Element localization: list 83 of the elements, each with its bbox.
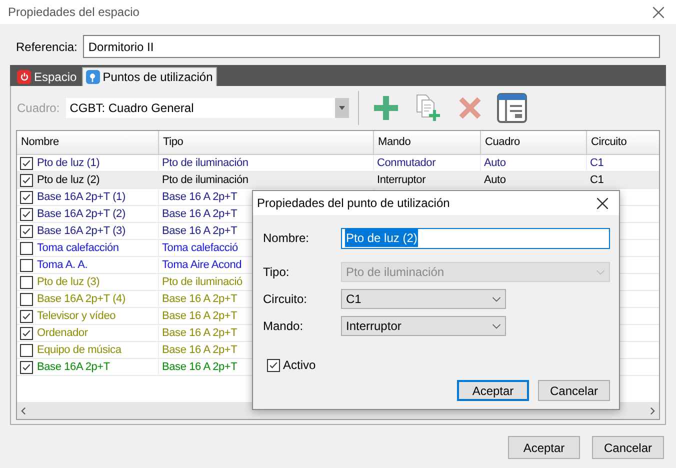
table-cell-text: C1 bbox=[590, 172, 604, 188]
checkbox[interactable] bbox=[20, 276, 33, 288]
chevron-icon bbox=[492, 296, 501, 302]
cancel-button[interactable]: Cancelar bbox=[538, 380, 610, 401]
checkbox[interactable] bbox=[20, 174, 33, 186]
field-label: Nombre: bbox=[263, 230, 310, 247]
table-cell-text: Pto de luz (2) bbox=[37, 172, 100, 188]
plus-icon bbox=[372, 94, 400, 122]
checkbox[interactable] bbox=[20, 190, 33, 204]
field-label: Mando: bbox=[263, 318, 304, 335]
dialog-title: Propiedades del punto de utilización bbox=[257, 195, 450, 212]
table-cell-text: Base 16 A 2p+T bbox=[162, 206, 238, 222]
field-label: Tipo: bbox=[263, 264, 290, 281]
table-cell-text: Televisor y vídeo bbox=[37, 308, 116, 324]
power-icon bbox=[17, 70, 31, 84]
dropdown[interactable]: Interruptor bbox=[341, 316, 506, 336]
table-cell-text: Base 16 A 2p+T bbox=[162, 224, 238, 239]
column-header[interactable]: Cuadro bbox=[481, 131, 587, 154]
table-cell-text: Toma A. A. bbox=[37, 258, 88, 273]
checkbox[interactable] bbox=[20, 224, 33, 238]
table-cell-text: Pto de iluminación bbox=[162, 172, 248, 188]
table-cell-text: Base 16A 2p+T bbox=[37, 360, 110, 375]
pin-icon bbox=[86, 70, 100, 84]
cancel-button[interactable]: Cancelar bbox=[592, 436, 664, 459]
checkbox[interactable] bbox=[20, 310, 33, 322]
chevron-icon bbox=[492, 324, 501, 328]
chevron-icon bbox=[596, 270, 605, 274]
table-cell-text: Base 16 A 2p+T bbox=[162, 190, 238, 205]
column-header[interactable]: Nombre bbox=[17, 131, 159, 154]
table-row[interactable]: Pto de luz (2) Pto de iluminación Interruptor Auto C1 bbox=[17, 172, 659, 189]
table-cell-text: Pto de iluminación bbox=[162, 156, 248, 171]
accept-button[interactable]: Aceptar bbox=[457, 380, 529, 401]
tab[interactable]: Puntos de utilización bbox=[82, 67, 217, 86]
field-label: Referencia: bbox=[16, 38, 78, 56]
table-cell-text: Base 16A 2p+T (3) bbox=[37, 224, 126, 239]
table-cell-text: Base 16 A 2p+T bbox=[162, 308, 238, 324]
table-cell-text: Base 16 A 2p+T bbox=[162, 342, 238, 358]
table-cell-text: Conmutador bbox=[377, 156, 436, 171]
table-cell-text: Toma calefacción bbox=[37, 240, 119, 256]
checkbox[interactable] bbox=[20, 242, 33, 254]
dropdown: Pto de iluminación bbox=[341, 262, 610, 282]
table-cell-text: Pto de iluminació bbox=[162, 274, 242, 290]
table-cell-text: Base 16A 2p+T (1) bbox=[37, 190, 126, 205]
checkbox[interactable] bbox=[20, 326, 33, 340]
table-cell-text: Base 16 A 2p+T bbox=[162, 360, 238, 375]
table-cell-text: Toma calefacció bbox=[162, 240, 238, 256]
checkbox[interactable] bbox=[20, 360, 33, 374]
table-cell-text: Ordenador bbox=[37, 326, 88, 341]
column-header[interactable]: Tipo bbox=[159, 131, 374, 154]
name-field[interactable]: Pto de luz (2) bbox=[341, 228, 610, 248]
table-cell-text: Base 16A 2p+T (2) bbox=[37, 206, 126, 222]
column-header[interactable]: Mando bbox=[374, 131, 481, 154]
table-cell-text: Auto bbox=[484, 156, 506, 171]
table-cell-text: Base 16A 2p+T (4) bbox=[37, 292, 126, 307]
table-cell-text: Base 16 A 2p+T bbox=[162, 326, 238, 341]
accept-button[interactable]: Aceptar bbox=[508, 436, 580, 459]
table-cell-text: Interruptor bbox=[377, 172, 426, 188]
dropdown[interactable]: C1 bbox=[341, 289, 506, 309]
table-cell-text: Equipo de música bbox=[37, 342, 122, 358]
checkbox-label: Activo bbox=[283, 357, 316, 374]
window-icon bbox=[496, 92, 528, 124]
close-button[interactable] bbox=[595, 196, 609, 210]
checkbox[interactable] bbox=[20, 208, 33, 220]
field-label: Circuito: bbox=[263, 291, 308, 308]
checkbox[interactable] bbox=[20, 344, 33, 356]
table-row[interactable]: Pto de luz (1) Pto de iluminación Conmutador Auto C1 bbox=[17, 155, 659, 172]
table-cell-text: C1 bbox=[590, 156, 604, 171]
close-button[interactable] bbox=[650, 4, 666, 20]
window-title: Propiedades del espacio bbox=[8, 4, 140, 21]
copy-icon bbox=[414, 94, 442, 122]
field-label: Cuadro: bbox=[16, 100, 60, 117]
table-cell-text: Toma Aire Acond bbox=[162, 258, 242, 273]
table-cell-text: Auto bbox=[484, 172, 506, 188]
reference-field[interactable]: Dormitorio II bbox=[83, 35, 660, 58]
column-header[interactable]: Circuito bbox=[587, 131, 659, 154]
checkbox[interactable] bbox=[20, 292, 33, 306]
table-cell-text: Pto de luz (3) bbox=[37, 274, 100, 290]
checkbox[interactable] bbox=[20, 156, 33, 170]
checkbox[interactable] bbox=[267, 358, 280, 372]
table-cell-text: Base 16 A 2p+T bbox=[162, 292, 238, 307]
cuadro-dropdown[interactable]: CGBT: Cuadro General bbox=[66, 98, 349, 118]
checkbox[interactable] bbox=[20, 258, 33, 272]
table-cell-text: Pto de luz (1) bbox=[37, 156, 100, 171]
